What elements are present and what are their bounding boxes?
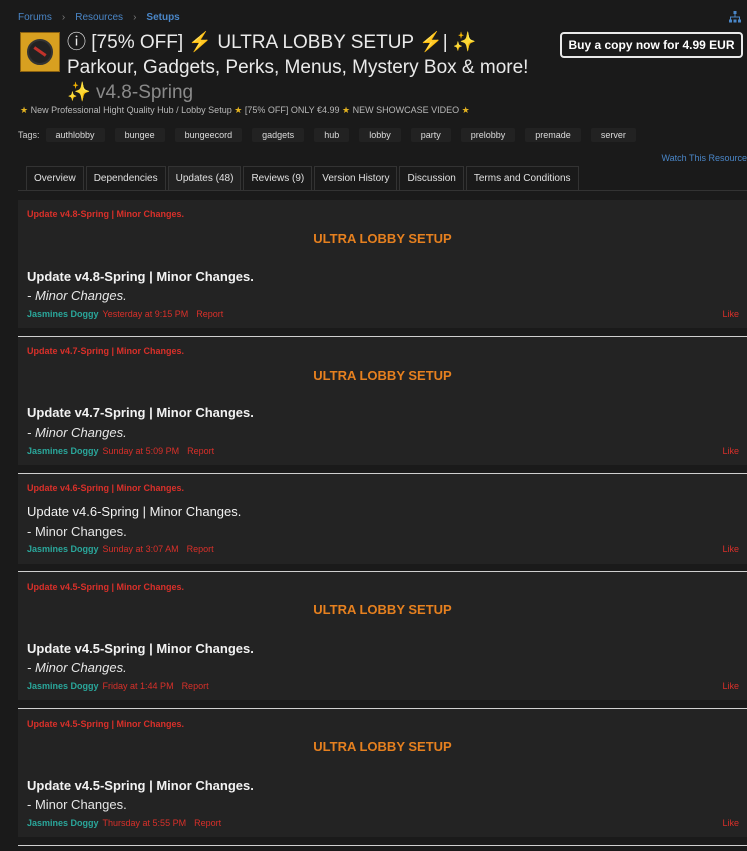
tagline-part3: NEW SHOWCASE VIDEO <box>352 105 460 115</box>
update-timestamp[interactable]: Thursday at 5:55 PM <box>103 818 187 828</box>
update-body: - Minor Changes. <box>27 660 127 675</box>
tab-overview[interactable]: Overview <box>26 166 84 190</box>
like-button[interactable]: Like <box>722 446 739 456</box>
author-link[interactable]: Jasmines Doggy <box>27 309 99 319</box>
star-icon: ★ <box>20 105 29 115</box>
update-item: Update v4.8-Spring | Minor Changes. ULTR… <box>18 200 747 328</box>
tag-item[interactable]: premade <box>525 128 581 142</box>
tab-version-history[interactable]: Version History <box>314 166 398 190</box>
update-item: Update v4.6-Spring | Minor Changes. Upda… <box>18 474 747 564</box>
star-icon: ★ <box>234 105 243 115</box>
author-link[interactable]: Jasmines Doggy <box>27 681 99 691</box>
sitemap-icon[interactable] <box>729 11 741 23</box>
update-timestamp[interactable]: Friday at 1:44 PM <box>103 681 174 691</box>
watch-resource-link[interactable]: Watch This Resource <box>661 153 747 163</box>
report-link[interactable]: Report <box>196 309 223 319</box>
tab-divider <box>18 190 747 191</box>
resource-icon <box>20 32 60 72</box>
update-timestamp[interactable]: Yesterday at 9:15 PM <box>103 309 189 319</box>
tag-item[interactable]: bungeecord <box>174 128 243 142</box>
update-banner: ULTRA LOBBY SETUP <box>313 739 452 754</box>
star-icon: ★ <box>461 105 470 115</box>
update-header-link[interactable]: Update v4.8-Spring | Minor Changes. <box>27 209 184 219</box>
update-banner: ULTRA LOBBY SETUP <box>313 368 452 383</box>
update-meta: Jasmines Doggy Yesterday at 9:15 PM Repo… <box>27 309 223 319</box>
update-title: Update v4.6-Spring | Minor Changes. <box>27 504 242 519</box>
buy-button[interactable]: Buy a copy now for 4.99 EUR <box>560 32 743 58</box>
breadcrumb-setups[interactable]: Setups <box>146 12 179 23</box>
update-timestamp[interactable]: Sunday at 3:07 AM <box>103 544 179 554</box>
breadcrumb-forums[interactable]: Forums <box>18 12 52 23</box>
star-icon: ★ <box>342 105 351 115</box>
tag-item[interactable]: prelobby <box>460 128 516 142</box>
chevron-right-icon: › <box>61 12 66 23</box>
update-banner: ULTRA LOBBY SETUP <box>313 602 452 617</box>
author-link[interactable]: Jasmines Doggy <box>27 818 99 828</box>
update-body: - Minor Changes. <box>27 425 127 440</box>
update-title: Update v4.5-Spring | Minor Changes. <box>27 778 254 793</box>
update-item: Update v4.5-Spring | Minor Changes. ULTR… <box>18 572 747 700</box>
resource-title: ⓘ [75% OFF] ⚡ ULTRA LOBBY SETUP ⚡| ✨ Par… <box>67 30 552 105</box>
tab-discussion[interactable]: Discussion <box>399 166 464 190</box>
tab-dependencies[interactable]: Dependencies <box>85 166 166 190</box>
author-link[interactable]: Jasmines Doggy <box>27 446 99 456</box>
update-divider <box>18 845 747 846</box>
like-button[interactable]: Like <box>722 309 739 319</box>
update-banner: ULTRA LOBBY SETUP <box>313 231 452 246</box>
update-header-link[interactable]: Update v4.6-Spring | Minor Changes. <box>27 483 184 493</box>
update-header-link[interactable]: Update v4.5-Spring | Minor Changes. <box>27 582 184 592</box>
update-body: - Minor Changes. <box>27 288 127 303</box>
tab-terms[interactable]: Terms and Conditions <box>465 166 579 190</box>
tag-item[interactable]: server <box>590 128 636 142</box>
resource-tabs: Overview Dependencies Updates (48) Revie… <box>26 166 581 190</box>
update-title: Update v4.5-Spring | Minor Changes. <box>27 641 254 656</box>
update-meta: Jasmines Doggy Sunday at 3:07 AM Report <box>27 544 214 554</box>
tagline-part1: New Professional Hight Quality Hub / Lob… <box>30 105 232 115</box>
update-body: - Minor Changes. <box>27 797 127 812</box>
like-button[interactable]: Like <box>722 818 739 828</box>
report-link[interactable]: Report <box>187 446 214 456</box>
report-link[interactable]: Report <box>187 544 214 554</box>
tags-label: Tags: <box>18 130 40 140</box>
resource-version: v4.8-Spring <box>95 82 194 103</box>
tag-item[interactable]: party <box>410 128 451 142</box>
update-meta: Jasmines Doggy Sunday at 5:09 PM Report <box>27 446 214 456</box>
update-timestamp[interactable]: Sunday at 5:09 PM <box>103 446 180 456</box>
tag-item[interactable]: authlobby <box>45 128 105 142</box>
like-button[interactable]: Like <box>722 681 739 691</box>
tag-item[interactable]: hub <box>314 128 350 142</box>
tag-item[interactable]: gadgets <box>252 128 305 142</box>
update-body: - Minor Changes. <box>27 524 127 539</box>
update-header-link[interactable]: Update v4.7-Spring | Minor Changes. <box>27 346 184 356</box>
update-header-link[interactable]: Update v4.5-Spring | Minor Changes. <box>27 719 184 729</box>
update-meta: Jasmines Doggy Thursday at 5:55 PM Repor… <box>27 818 221 828</box>
like-button[interactable]: Like <box>722 544 739 554</box>
report-link[interactable]: Report <box>182 681 209 691</box>
update-meta: Jasmines Doggy Friday at 1:44 PM Report <box>27 681 209 691</box>
tab-updates[interactable]: Updates (48) <box>167 166 242 190</box>
breadcrumb: Forums › Resources › Setups <box>18 12 180 23</box>
chevron-right-icon: › <box>133 12 137 23</box>
update-title: Update v4.8-Spring | Minor Changes. <box>27 269 254 284</box>
tag-item[interactable]: lobby <box>359 128 401 142</box>
report-link[interactable]: Report <box>194 818 221 828</box>
update-item: Update v4.5-Spring | Minor Changes. ULTR… <box>18 709 747 837</box>
author-link[interactable]: Jasmines Doggy <box>27 544 99 554</box>
tab-reviews[interactable]: Reviews (9) <box>243 166 313 190</box>
tag-list: Tags: authlobby bungee bungeecord gadget… <box>18 128 646 142</box>
breadcrumb-resources[interactable]: Resources <box>75 12 123 23</box>
update-item: Update v4.7-Spring | Minor Changes. ULTR… <box>18 337 747 465</box>
resource-tagline: ★ New Professional Hight Quality Hub / L… <box>20 105 470 116</box>
tagline-part2: [75% OFF] ONLY €4.99 <box>244 105 340 115</box>
tag-item[interactable]: bungee <box>114 128 165 142</box>
update-title: Update v4.7-Spring | Minor Changes. <box>27 405 254 420</box>
